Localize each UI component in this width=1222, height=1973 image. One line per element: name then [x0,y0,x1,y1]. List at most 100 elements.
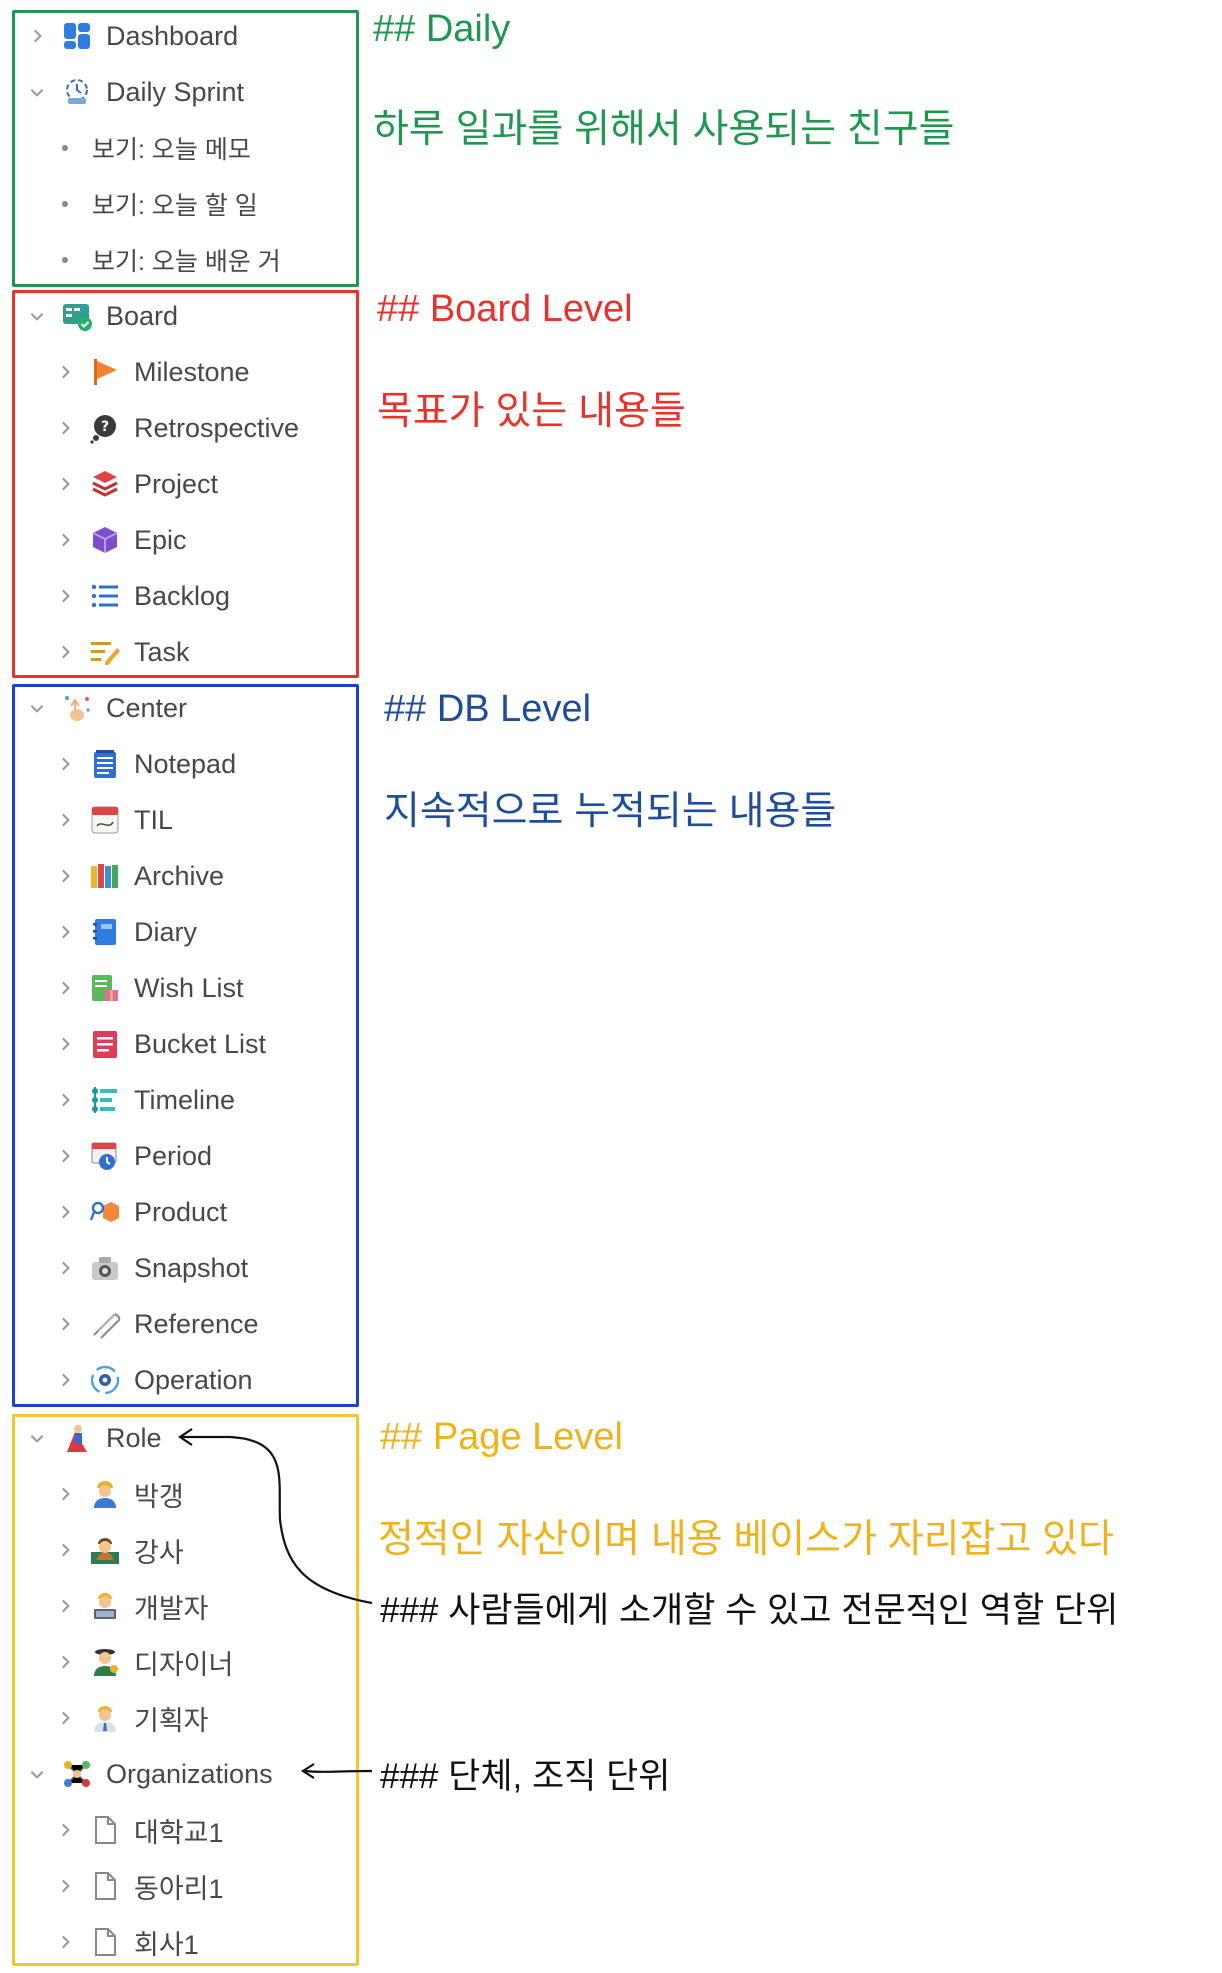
chevron-right-icon[interactable] [52,1087,78,1113]
sidebar-item-role-1[interactable]: 박갱 [52,1472,352,1516]
sidebar-item-board[interactable]: Board [24,294,354,338]
sidebar-item-task[interactable]: Task [52,630,352,674]
safety-pin-icon [88,1307,122,1341]
role-note: ### 사람들에게 소개할 수 있고 전문적인 역할 단위 [380,1591,1119,1630]
chevron-down-icon[interactable] [24,1425,50,1451]
bullet-icon [62,257,68,263]
sidebar-item-project[interactable]: Project [52,462,352,506]
office-worker-icon [88,1701,122,1735]
chevron-right-icon[interactable] [52,359,78,385]
sidebar-item-label: 박갱 [134,1481,184,1512]
sidebar-item-daily-sprint[interactable]: Daily Sprint [24,70,354,114]
sidebar-item-org-3[interactable]: 회사1 [52,1920,352,1964]
chevron-right-icon[interactable] [52,1593,78,1619]
chevron-right-icon[interactable] [52,1199,78,1225]
chevron-right-icon[interactable] [52,975,78,1001]
chevron-right-icon[interactable] [52,1537,78,1563]
sidebar-item-wish-list[interactable]: Wish List [52,966,352,1010]
chevron-down-icon[interactable] [24,1761,50,1787]
stack-icon [88,467,122,501]
sidebar-item-label: Daily Sprint [106,76,245,107]
chevron-right-icon[interactable] [52,639,78,665]
chevron-right-icon[interactable] [52,1817,78,1843]
sidebar-item-label: Bucket List [134,1028,267,1059]
page-icon [88,1925,122,1959]
sidebar-item-notepad[interactable]: Notepad [52,742,352,786]
artist-icon [88,1645,122,1679]
chevron-right-icon[interactable] [52,863,78,889]
sidebar-item-snapshot[interactable]: Snapshot [52,1246,352,1290]
sidebar-item-retrospective[interactable]: ? Retrospective [52,406,352,450]
sidebar-item-til[interactable]: TIL [52,798,352,842]
chevron-right-icon[interactable] [52,1255,78,1281]
chevron-down-icon[interactable] [24,695,50,721]
sidebar-item-label: Task [134,636,190,667]
chevron-right-icon[interactable] [52,751,78,777]
sidebar-item-timeline[interactable]: Timeline [52,1078,352,1122]
sidebar-item-organizations[interactable]: Organizations [24,1752,354,1796]
chevron-right-icon[interactable] [52,1649,78,1675]
sidebar-item-role[interactable]: Role [24,1416,354,1460]
sidebar-item-org-2[interactable]: 동아리1 [52,1864,352,1908]
chevron-right-icon[interactable] [52,415,78,441]
sidebar-item-operation[interactable]: Operation [52,1358,352,1402]
chevron-right-icon[interactable] [52,471,78,497]
sidebar-item-label: Dashboard [106,20,239,51]
sidebar-item-backlog[interactable]: Backlog [52,574,352,618]
chevron-down-icon[interactable] [24,303,50,329]
gift-list-icon [88,971,122,1005]
page-icon [88,1813,122,1847]
sidebar-item-org-1[interactable]: 대학교1 [52,1808,352,1852]
svg-text:?: ? [101,419,109,435]
sidebar-item-label: 회사1 [134,1929,199,1960]
sidebar-item-label: Archive [134,860,225,891]
calendar-clock-icon [88,1139,122,1173]
chevron-right-icon[interactable] [52,1031,78,1057]
chevron-right-icon[interactable] [52,1705,78,1731]
sidebar-item-label: Diary [134,916,198,947]
chevron-right-icon[interactable] [52,583,78,609]
thought-bubble-icon: ? [88,411,122,445]
person-icon [88,1477,122,1511]
sidebar-item-bucket-list[interactable]: Bucket List [52,1022,352,1066]
sidebar-item-period[interactable]: Period [52,1134,352,1178]
sidebar-item-label: Role [106,1422,162,1453]
sidebar-item-label: Board [106,300,179,331]
chevron-right-icon[interactable] [52,1481,78,1507]
sidebar-item-role-2[interactable]: 강사 [52,1528,352,1572]
calendar-today-icon [88,803,122,837]
chevron-right-icon[interactable] [52,1873,78,1899]
sidebar-item-label: 디자이너 [134,1649,234,1680]
sidebar-item-role-4[interactable]: 디자이너 [52,1640,352,1684]
sidebar-item-product[interactable]: Product [52,1190,352,1234]
chevron-right-icon[interactable] [52,1311,78,1337]
dashboard-icon [60,19,94,53]
view-item-today-learned[interactable]: 보기: 오늘 배운 거 [50,238,350,282]
chevron-right-icon[interactable] [52,527,78,553]
chevron-right-icon[interactable] [52,1367,78,1393]
chevron-down-icon[interactable] [24,79,50,105]
sidebar-item-label: TIL [134,804,174,835]
chevron-right-icon[interactable] [24,23,50,49]
chevron-right-icon[interactable] [52,919,78,945]
sidebar-item-dashboard[interactable]: Dashboard [24,14,354,58]
flag-icon [88,355,122,389]
chevron-right-icon[interactable] [52,1929,78,1955]
sidebar-item-label: Product [134,1196,228,1227]
db-heading: ## DB Level [384,688,592,730]
view-item-today-todo[interactable]: 보기: 오늘 할 일 [50,182,350,226]
sidebar-item-center[interactable]: Center [24,686,354,730]
view-item-today-memo[interactable]: 보기: 오늘 메모 [50,126,350,170]
chevron-right-icon[interactable] [52,1143,78,1169]
board-description: 목표가 있는 내용들 [377,390,686,433]
sidebar-item-archive[interactable]: Archive [52,854,352,898]
sidebar-item-reference[interactable]: Reference [52,1302,352,1346]
sidebar-item-role-5[interactable]: 기획자 [52,1696,352,1740]
chevron-right-icon[interactable] [52,807,78,833]
sidebar-item-label: 대학교1 [134,1817,224,1848]
teacher-icon [88,1533,122,1567]
sidebar-item-epic[interactable]: Epic [52,518,352,562]
sidebar-item-diary[interactable]: Diary [52,910,352,954]
sidebar-item-milestone[interactable]: Milestone [52,350,352,394]
sidebar-item-role-3[interactable]: 개발자 [52,1584,352,1628]
